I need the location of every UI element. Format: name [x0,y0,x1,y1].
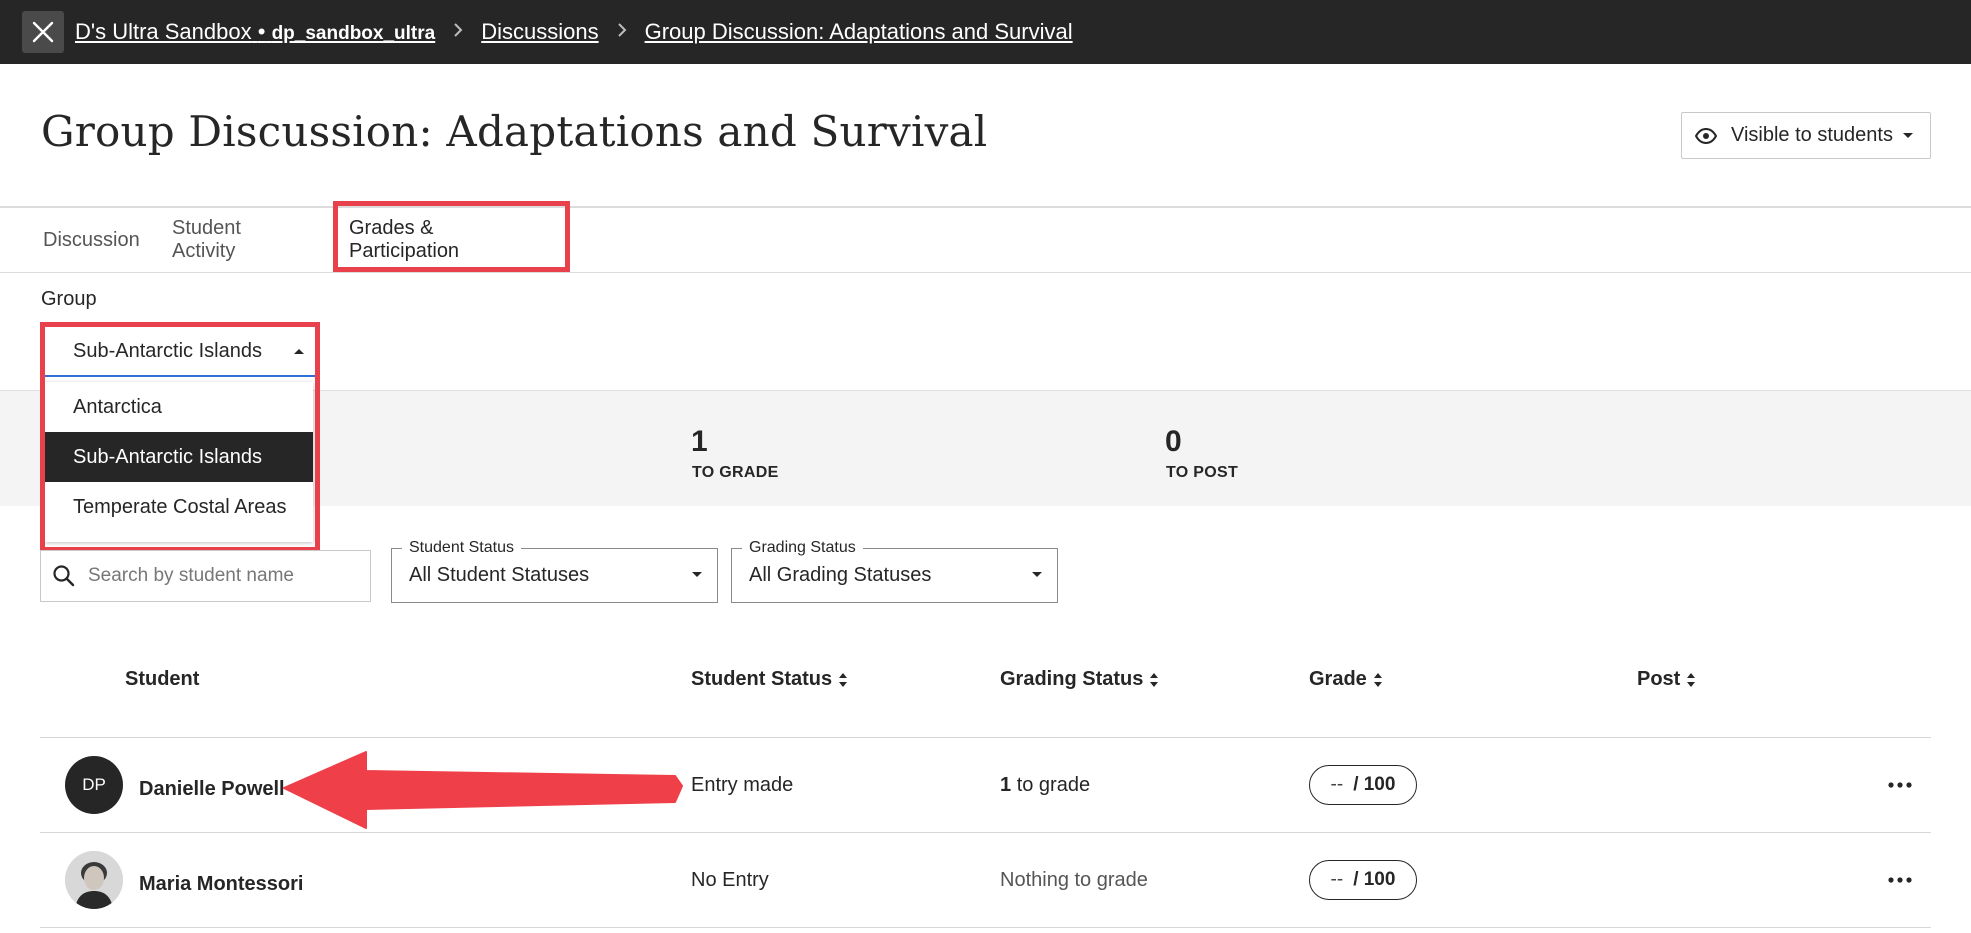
student-status-filter-value: All Student Statuses [409,564,590,586]
grade-pill[interactable]: --/ 100 [1309,860,1417,900]
page-title: Group Discussion: Adaptations and Surviv… [41,107,988,156]
student-status-cell: No Entry [691,869,769,891]
breadcrumb: D's Ultra Sandbox • dp_sandbox_ultra Dis… [75,0,1073,64]
breadcrumb-current-link[interactable]: Group Discussion: Adaptations and Surviv… [645,19,1073,45]
group-option-antarctica[interactable]: Antarctica [45,382,313,432]
group-select[interactable]: Sub-Antarctic Islands [45,327,318,377]
grading-status-cell: 1 to grade [1000,774,1091,796]
column-header-post[interactable]: Post [1637,668,1696,691]
group-option-sub-antarctic-islands[interactable]: Sub-Antarctic Islands [45,432,313,482]
student-name-link[interactable]: Danielle Powell [139,778,285,801]
sort-icon [839,672,848,687]
student-status-cell: Entry made [691,774,794,796]
breadcrumb-discussions-link[interactable]: Discussions [481,19,598,45]
caret-up-icon [293,347,305,355]
caret-down-icon [1031,571,1043,579]
sort-icon [1687,672,1696,687]
chevron-right-icon [453,21,463,44]
search-field [40,550,371,602]
grade-pill[interactable]: --/ 100 [1309,765,1417,805]
avatar-photo [65,851,123,909]
student-name-link[interactable]: Maria Montessori [139,873,303,896]
close-icon [32,21,54,43]
group-label: Group [41,288,97,310]
caret-down-icon [691,571,703,579]
group-option-temperate-costal-areas[interactable]: Temperate Costal Areas [45,482,313,532]
grading-status-cell: Nothing to grade [1000,869,1148,891]
tabs-divider [0,272,1971,273]
search-input[interactable] [86,564,340,588]
row-divider [40,832,1931,833]
search-icon [52,564,76,588]
close-button[interactable] [22,11,64,53]
caret-down-icon [1902,132,1914,140]
table-header-divider [40,737,1931,738]
student-status-filter-legend: Student Status [402,539,521,557]
sort-icon [1373,672,1382,687]
breadcrumb-course-link[interactable]: D's Ultra Sandbox • dp_sandbox_ultra [75,19,435,45]
avatar: DP [65,756,123,814]
more-options-icon [1888,782,1912,788]
student-status-filter[interactable]: Student Status All Student Statuses [391,539,718,603]
visibility-label: Visible to students [1731,124,1893,146]
tab-discussion[interactable]: Discussion [43,208,140,272]
to-grade-label: TO GRADE [692,464,779,481]
more-options-button[interactable] [1882,773,1918,797]
visibility-dropdown-button[interactable]: Visible to students [1681,112,1931,159]
chevron-right-icon [617,21,627,44]
tab-student-activity[interactable]: Student Activity [172,208,241,272]
group-select-value: Sub-Antarctic Islands [73,339,262,362]
eye-icon [1695,127,1717,144]
grading-status-filter-legend: Grading Status [742,539,863,557]
to-grade-count: 1 [691,425,708,458]
avatar [65,851,123,909]
row-divider [40,927,1931,928]
column-header-student-status[interactable]: Student Status [691,668,848,691]
arrow-annotation [283,751,683,829]
grading-status-filter-value: All Grading Statuses [749,564,932,586]
top-navigation-bar: D's Ultra Sandbox • dp_sandbox_ultra Dis… [0,0,1971,64]
column-header-grading-status[interactable]: Grading Status [1000,668,1159,691]
column-header-student: Student [125,668,200,690]
to-post-label: TO POST [1166,464,1239,481]
sort-icon [1150,672,1159,687]
tab-grades-participation[interactable]: Grades & Participation [349,208,459,272]
more-options-icon [1888,877,1912,883]
header-divider [0,206,1971,208]
grading-status-filter[interactable]: Grading Status All Grading Statuses [731,539,1058,603]
column-header-grade[interactable]: Grade [1309,668,1383,691]
group-dropdown-list: Antarctica Sub-Antarctic Islands Tempera… [45,382,313,542]
to-post-count: 0 [1165,425,1182,458]
more-options-button[interactable] [1882,868,1918,892]
